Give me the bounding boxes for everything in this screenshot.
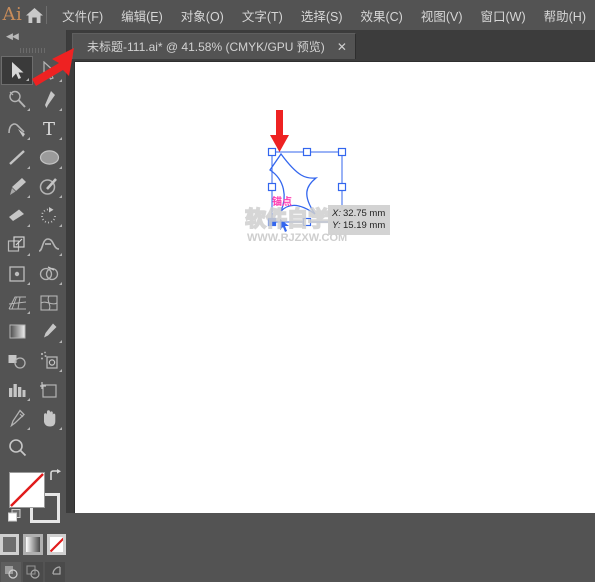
shape-builder-tool[interactable] [33, 259, 65, 288]
selection-tool[interactable] [1, 56, 33, 85]
tool-flyout-indicator [59, 282, 62, 285]
menu-file[interactable]: 文件(F) [53, 3, 112, 28]
menu-help[interactable]: 帮助(H) [535, 3, 595, 28]
mesh-tool[interactable] [33, 288, 65, 317]
artboard-tool[interactable] [33, 375, 65, 404]
line-segment-tool[interactable] [1, 143, 33, 172]
tool-grid: T [0, 56, 66, 433]
canvas-area[interactable]: 软件自学网 WWW.RJZXW.COM 锚点 X: 32.75 mm Y: 15… [66, 59, 595, 513]
color-mode-none[interactable] [46, 534, 66, 555]
tool-flyout-indicator [59, 224, 62, 227]
menu-select[interactable]: 选择(S) [292, 3, 352, 28]
perspective-grid-tool[interactable] [1, 288, 33, 317]
tool-flyout-indicator [27, 224, 30, 227]
tool-flyout-indicator [59, 108, 62, 111]
tooltip-row-y: Y: 15.19 mm [332, 220, 385, 232]
column-graph-tool[interactable] [1, 375, 33, 404]
menu-bar: Ai 文件(F) 编辑(E) 对象(O) 文字(T) 选择(S) 效果(C) 视… [0, 0, 595, 30]
slice-tool[interactable] [1, 404, 33, 433]
scale-tool[interactable] [1, 230, 33, 259]
tool-flyout-indicator [27, 311, 30, 314]
color-mode-gradient[interactable] [23, 534, 43, 555]
document-tab-title: 未标题-111.ai* @ 41.58% (CMYK/GPU 预览) [87, 40, 325, 54]
menu-effect[interactable]: 效果(C) [351, 3, 411, 28]
illustrator-window: Ai 文件(F) 编辑(E) 对象(O) 文字(T) 选择(S) 效果(C) 视… [0, 0, 595, 582]
ellipse-tool[interactable] [33, 143, 65, 172]
tool-flyout-indicator [27, 166, 30, 169]
free-transform-tool[interactable] [1, 259, 33, 288]
color-mode-solid[interactable] [0, 534, 20, 555]
tool-flyout-indicator [27, 282, 30, 285]
curvature-tool[interactable] [1, 114, 33, 143]
width-tool[interactable] [33, 230, 65, 259]
tool-flyout-indicator [27, 427, 30, 430]
tool-flyout-indicator [26, 78, 29, 81]
fill-none-slash-icon [10, 473, 44, 507]
tool-flyout-indicator [59, 195, 62, 198]
tooltip-y-label: Y: [332, 220, 341, 231]
draw-mode-row [0, 562, 66, 582]
collapse-panel-icon[interactable]: ◀◀ [0, 30, 66, 44]
home-icon[interactable] [25, 0, 45, 30]
zoom-tool[interactable] [1, 433, 33, 462]
tool-flyout-indicator [59, 340, 62, 343]
draw-normal-button[interactable] [1, 562, 21, 582]
symbol-sprayer-tool[interactable] [33, 346, 65, 375]
tool-flyout-indicator [59, 166, 62, 169]
default-fill-stroke-icon[interactable] [8, 509, 21, 522]
tool-flyout-indicator [59, 253, 62, 256]
measurement-tooltip: X: 32.75 mm Y: 15.19 mm [328, 205, 391, 235]
svg-text:T: T [43, 119, 55, 138]
tool-flyout-indicator [27, 398, 30, 401]
tool-flyout-indicator [59, 137, 62, 140]
ai-logo: Ai [2, 4, 23, 25]
magic-wand-tool[interactable] [1, 85, 33, 114]
direct-selection-tool[interactable] [33, 56, 65, 85]
tooltip-row-x: X: 32.75 mm [332, 208, 385, 220]
tools-panel: ◀◀ T [0, 30, 67, 582]
document-tab-bar: 未标题-111.ai* @ 41.58% (CMYK/GPU 预览) ✕ [66, 30, 595, 59]
artboard[interactable] [74, 61, 595, 513]
shaper-tool[interactable] [33, 172, 65, 201]
none-slash-icon [49, 537, 63, 552]
document-tab[interactable]: 未标题-111.ai* @ 41.58% (CMYK/GPU 预览) ✕ [72, 33, 356, 59]
hand-tool[interactable] [33, 404, 65, 433]
eraser-tool[interactable] [1, 201, 33, 230]
blend-tool[interactable] [1, 346, 33, 375]
swap-fill-stroke-icon[interactable] [48, 469, 62, 486]
menu-edit[interactable]: 编辑(E) [112, 3, 172, 28]
pen-tool[interactable] [33, 85, 65, 114]
tool-flyout-indicator [59, 79, 62, 82]
type-tool[interactable]: T [33, 114, 65, 143]
gradient-tool[interactable] [1, 317, 33, 346]
panel-drag-handle[interactable] [0, 44, 66, 56]
draw-behind-button[interactable] [23, 562, 43, 582]
menu-type[interactable]: 文字(T) [233, 3, 292, 28]
tool-flyout-indicator [27, 108, 30, 111]
tool-empty-slot [33, 433, 65, 462]
color-mode-row [0, 534, 66, 555]
draw-inside-button[interactable] [45, 562, 65, 582]
rotate-tool[interactable] [33, 201, 65, 230]
anchor-point-label: 锚点 [272, 197, 292, 208]
tool-flyout-indicator [27, 195, 30, 198]
tool-flyout-indicator [27, 253, 30, 256]
close-icon[interactable]: ✕ [337, 41, 347, 53]
color-controls [0, 468, 66, 530]
menu-object[interactable]: 对象(O) [172, 3, 233, 28]
tooltip-y-value: 15.19 mm [343, 220, 386, 231]
menu-item-list: 文件(F) 编辑(E) 对象(O) 文字(T) 选择(S) 效果(C) 视图(V… [53, 3, 595, 28]
tool-flyout-indicator [59, 369, 62, 372]
tool-grid-bottom [0, 433, 66, 462]
menu-view[interactable]: 视图(V) [412, 3, 472, 28]
fill-swatch[interactable] [9, 472, 45, 508]
tooltip-x-value: 32.75 mm [343, 208, 386, 219]
menu-divider [46, 6, 48, 24]
tooltip-x-label: X: [332, 208, 341, 219]
paintbrush-tool[interactable] [1, 172, 33, 201]
tool-flyout-indicator [59, 427, 62, 430]
eyedropper-tool[interactable] [33, 317, 65, 346]
menu-window[interactable]: 窗口(W) [472, 3, 535, 28]
tool-flyout-indicator [27, 137, 30, 140]
